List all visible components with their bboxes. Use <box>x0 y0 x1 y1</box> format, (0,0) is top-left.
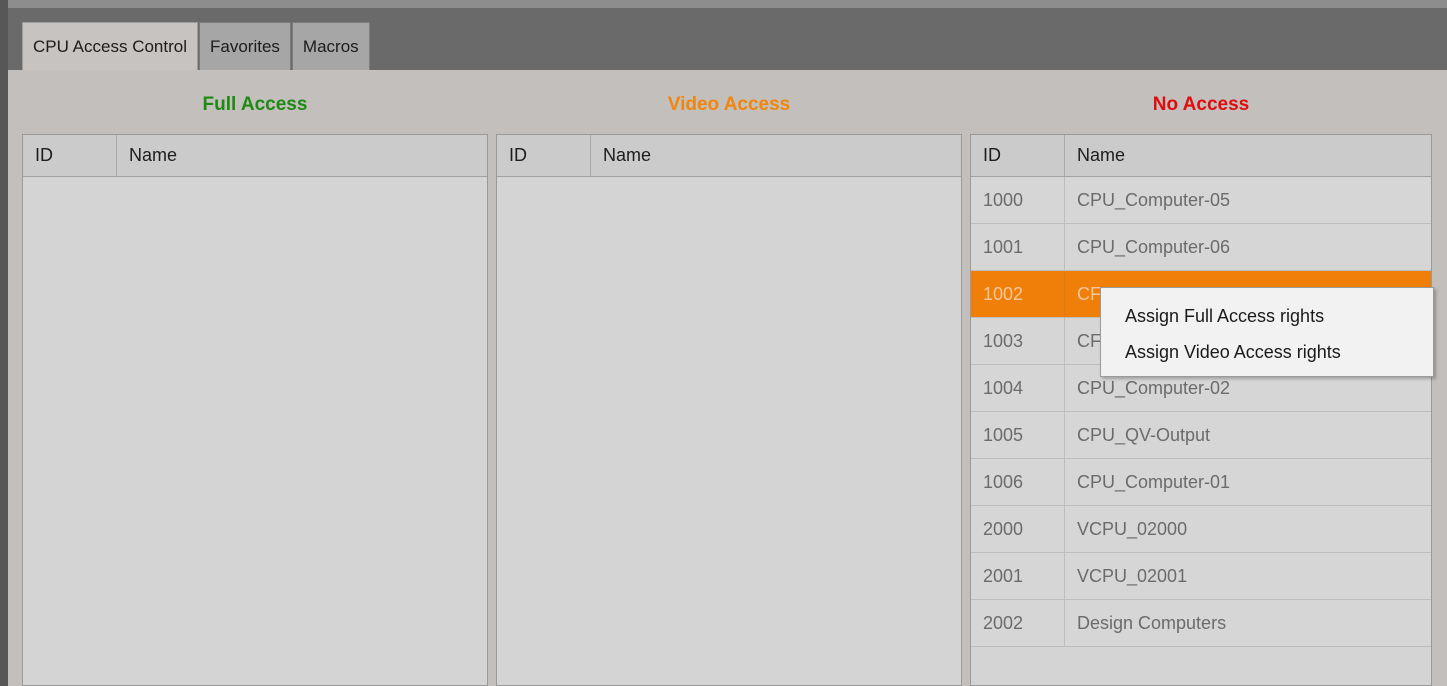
column-header-name[interactable]: Name <box>1065 135 1431 176</box>
no-access-table-header: ID Name <box>971 135 1431 177</box>
row-id: 1005 <box>971 412 1065 458</box>
column-header-id[interactable]: ID <box>23 135 117 176</box>
table-row[interactable]: 1000 CPU_Computer-05 <box>971 177 1431 224</box>
column-header-name[interactable]: Name <box>591 135 961 176</box>
row-name: CPU_Computer-05 <box>1077 190 1231 210</box>
tab-bar: CPU Access Control Favorites Macros <box>8 8 1447 70</box>
row-id: 2001 <box>971 553 1065 599</box>
context-menu: Assign Full Access rights Assign Video A… <box>1100 287 1434 377</box>
column-header-name[interactable]: Name <box>117 135 487 176</box>
row-id: 1002 <box>971 271 1065 317</box>
row-id: 1000 <box>971 177 1065 223</box>
tab-favorites[interactable]: Favorites <box>199 22 291 70</box>
column-header-id[interactable]: ID <box>497 135 591 176</box>
table-row[interactable]: 2001 VCPU_02001 <box>971 553 1431 600</box>
row-name: CPU_Computer-06 <box>1077 237 1231 257</box>
row-id: 2002 <box>971 600 1065 646</box>
row-name: VCPU_02000 <box>1077 519 1188 539</box>
row-name: CPU_QV-Output <box>1077 425 1211 445</box>
table-row[interactable]: 1006 CPU_Computer-01 <box>971 459 1431 506</box>
tab-cpu-access-control[interactable]: CPU Access Control <box>22 22 198 70</box>
no-access-title: No Access <box>1152 94 1250 115</box>
full-access-table-header: ID Name <box>23 135 487 177</box>
table-row[interactable]: 1005 CPU_QV-Output <box>971 412 1431 459</box>
row-id: 1001 <box>971 224 1065 270</box>
row-name: Design Computers <box>1077 613 1227 633</box>
cpu-access-control-content: Full Access ID Name Video Access ID Name… <box>8 70 1447 686</box>
video-access-table-header: ID Name <box>497 135 961 177</box>
table-row[interactable]: 2002 Design Computers <box>971 600 1431 647</box>
table-row[interactable]: 2000 VCPU_02000 <box>971 506 1431 553</box>
row-id: 1004 <box>971 365 1065 411</box>
window-left-edge <box>0 0 8 686</box>
tab-macros[interactable]: Macros <box>291 22 370 70</box>
row-id: 1003 <box>971 318 1065 364</box>
table-row[interactable]: 1001 CPU_Computer-06 <box>971 224 1431 271</box>
column-header-id[interactable]: ID <box>971 135 1065 176</box>
row-id: 2000 <box>971 506 1065 552</box>
row-id: 1006 <box>971 459 1065 505</box>
video-access-table[interactable]: ID Name <box>496 134 962 686</box>
no-access-table[interactable]: ID Name 1000 CPU_Computer-05 1001 CPU_Co… <box>970 134 1432 686</box>
video-access-title: Video Access <box>667 94 791 115</box>
row-name: CPU_Computer-01 <box>1077 472 1231 492</box>
menu-item-assign-video-access[interactable]: Assign Video Access rights <box>1125 338 1341 366</box>
menu-item-assign-full-access[interactable]: Assign Full Access rights <box>1125 302 1324 330</box>
window-top-edge <box>8 0 1447 8</box>
full-access-table[interactable]: ID Name <box>22 134 488 686</box>
row-name: VCPU_02001 <box>1077 566 1188 586</box>
full-access-title: Full Access <box>202 94 308 115</box>
